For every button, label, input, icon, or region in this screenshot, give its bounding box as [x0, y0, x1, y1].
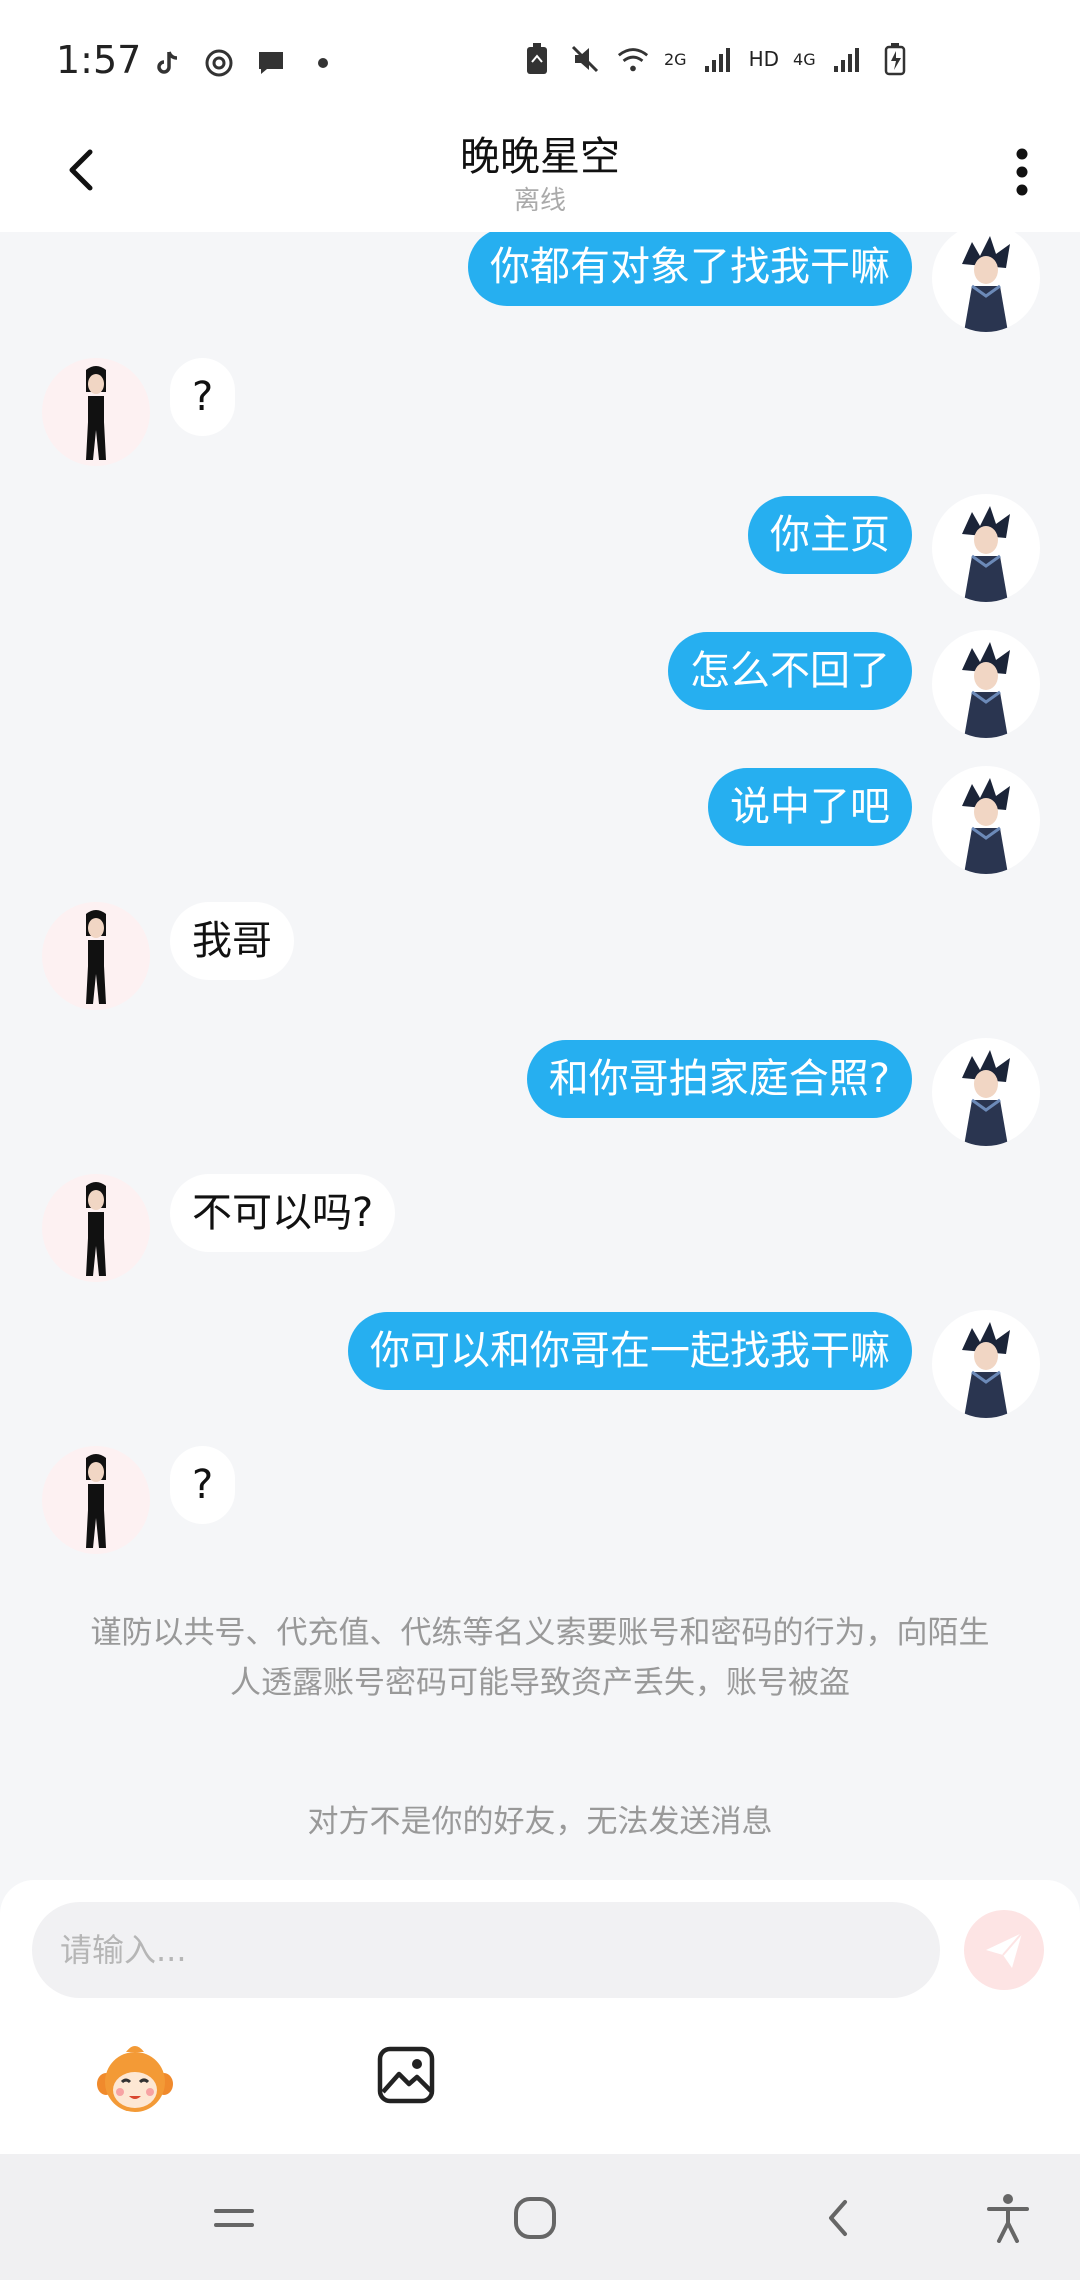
my-avatar[interactable]: [932, 766, 1040, 874]
image-button[interactable]: [375, 2044, 437, 2106]
battery-charging-icon: [878, 42, 912, 76]
my-avatar[interactable]: [932, 1310, 1040, 1418]
system-icons: 2G HD 4G: [520, 42, 912, 76]
security-notice: 谨防以共号、代充值、代练等名义索要账号和密码的行为，向陌生人透露账号密码可能导致…: [90, 1615, 990, 1701]
menu-icon: [214, 2209, 254, 2227]
system-navigation-bar: [0, 2154, 1080, 2280]
my-avatar[interactable]: [932, 1038, 1040, 1146]
contact-avatar[interactable]: [42, 902, 150, 1010]
input-panel: 请输入...: [0, 1880, 1080, 2154]
send-icon: [986, 1932, 1023, 1968]
status-bar: 1:57 2G HD 4G: [0, 0, 1080, 118]
mute-icon: [568, 42, 602, 76]
not-friend-notice: 对方不是你的好友，无法发送消息: [307, 1804, 773, 1840]
message-bubble-sent[interactable]: 说中了吧: [708, 768, 912, 846]
message-bubble-received[interactable]: 不可以吗?: [170, 1174, 396, 1252]
hd-label: HD: [748, 47, 780, 71]
message-bubble-sent[interactable]: 怎么不回了: [668, 632, 912, 710]
accessibility-button[interactable]: [976, 2186, 1040, 2250]
my-avatar[interactable]: [932, 494, 1040, 602]
status-time: 1:57: [56, 38, 142, 82]
contact-avatar[interactable]: [42, 1446, 150, 1554]
accessibility-icon: [987, 2194, 1029, 2243]
tiktok-icon: [150, 46, 184, 80]
notification-icons: [150, 46, 340, 80]
send-button[interactable]: [964, 1910, 1044, 1990]
contact-avatar[interactable]: [42, 1174, 150, 1282]
emoji-monkey-icon: [97, 2046, 173, 2112]
image-icon: [377, 2046, 435, 2104]
more-vertical-icon: [1016, 148, 1028, 196]
signal-4g-icon: [830, 42, 864, 76]
message-bubble-sent[interactable]: 你都有对象了找我干嘛: [468, 232, 912, 306]
app-notification-icon: [202, 46, 236, 80]
back-icon: [829, 2200, 847, 2236]
message-bubble-received[interactable]: ?: [170, 1446, 236, 1524]
more-options-button[interactable]: [990, 140, 1054, 204]
back-nav-button[interactable]: [806, 2186, 870, 2250]
network-4g-label: 4G: [793, 49, 816, 69]
message-bubble-received[interactable]: 我哥: [170, 902, 294, 980]
home-button[interactable]: [503, 2186, 567, 2250]
my-avatar[interactable]: [932, 630, 1040, 738]
message-input[interactable]: 请输入...: [32, 1902, 940, 1998]
message-icon: [254, 46, 288, 80]
dot-icon: [306, 46, 340, 80]
network-2g-label: 2G: [664, 49, 687, 69]
emoji-button[interactable]: [96, 2040, 174, 2118]
message-bubble-sent[interactable]: 你主页: [748, 496, 912, 574]
message-bubble-sent[interactable]: 你可以和你哥在一起找我干嘛: [348, 1312, 912, 1390]
contact-avatar[interactable]: [42, 358, 150, 466]
chat-header: 晚晚星空 离线: [0, 118, 1080, 232]
my-avatar[interactable]: [932, 232, 1040, 332]
battery-saver-icon: [520, 42, 554, 76]
contact-name: 晚晚星空: [460, 134, 620, 180]
contact-status: 离线: [513, 186, 566, 216]
home-icon: [514, 2197, 556, 2239]
signal-icon: [701, 42, 735, 76]
recent-apps-button[interactable]: [202, 2186, 266, 2250]
message-bubble-sent[interactable]: 和你哥拍家庭合照?: [526, 1040, 912, 1118]
message-bubble-received[interactable]: ?: [170, 358, 236, 436]
wifi-icon: [616, 42, 650, 76]
